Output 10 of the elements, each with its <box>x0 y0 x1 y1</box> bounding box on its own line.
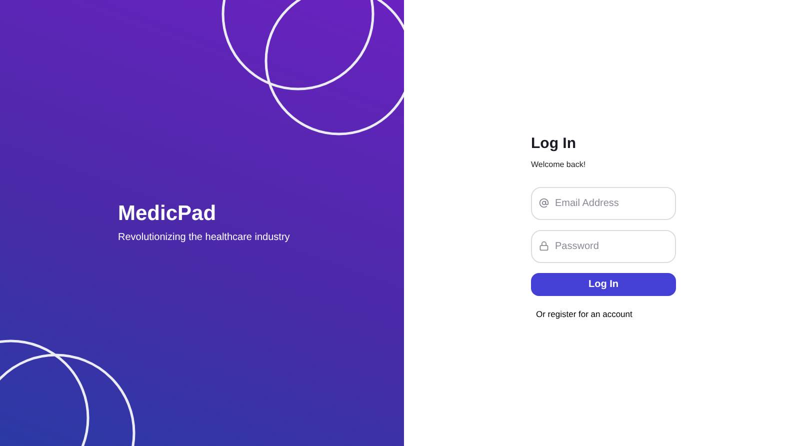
password-field[interactable]: Password <box>531 230 676 262</box>
email-field[interactable]: Email Address <box>531 186 676 220</box>
login-title: Log In <box>531 134 577 154</box>
at-sign-icon <box>539 198 549 208</box>
login-button[interactable]: Log In <box>531 272 676 296</box>
lock-icon <box>539 241 549 251</box>
brand-tagline: Revolutionizing the healthcare industry <box>118 231 291 246</box>
login-subtitle: Welcome back! <box>531 158 587 170</box>
brand-name: MedicPad <box>118 200 218 227</box>
register-link[interactable]: Or register for an account <box>536 308 632 318</box>
